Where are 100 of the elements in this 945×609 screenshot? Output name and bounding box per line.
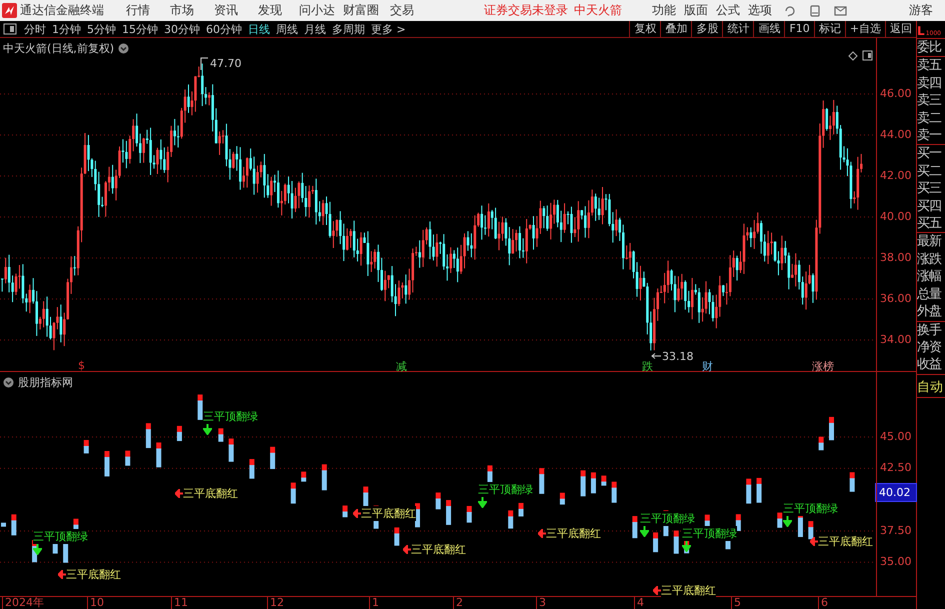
app-title: 通达信金融终端 [20,2,105,19]
date-axis-label: 2024年 [2,597,44,609]
down-arrow-icon [203,424,212,435]
period-tab[interactable]: 月线 [301,22,329,36]
period-tab[interactable]: 周线 [273,22,301,36]
menu-item[interactable]: 问小达 [292,2,336,19]
period-tab[interactable]: 1分钟 [49,22,84,36]
left-arrow-icon [175,489,183,498]
event-marker[interactable]: 财 [702,359,713,374]
toolbar-button[interactable]: +自选 [844,21,886,37]
down-arrow-icon [783,516,792,527]
mail-icon [834,6,847,16]
indicator-axis-label: 42.50 [880,461,912,474]
quote-row-label: 卖五 [917,57,942,75]
date-axis-label: 11 [171,597,188,609]
signal-label: 三平顶翻绿 [203,409,258,424]
menu-item[interactable]: 选项 [744,2,776,19]
signal-label: 三平顶翻绿 [478,482,533,497]
leader-line [651,353,661,359]
price-axis-label: 40.00 [880,210,912,223]
indicator-axis-label: 37.50 [880,524,912,537]
date-axis-label: 6 [818,597,828,609]
price-axis-label: 34.00 [880,333,912,346]
toolbar-button[interactable]: 叠加 [660,21,692,37]
menu-item[interactable]: 交易 [380,2,424,19]
menu-item[interactable]: 资讯 [204,2,248,19]
toolbar-button[interactable]: F10 [784,21,814,37]
date-axis-label: 12 [267,597,284,609]
event-marker[interactable]: 减 [396,359,407,374]
left-arrow-icon [403,545,411,554]
quote-row-label: 卖四 [917,74,942,92]
quote-row-label: 换手 [917,322,942,339]
event-marker[interactable]: $ [78,359,85,372]
left-arrow-icon [538,529,546,538]
logo-icon [2,3,17,18]
period-tab[interactable]: 30分钟 [161,22,203,36]
toolbar-button[interactable]: 返回 [885,21,916,37]
signal-label: 三平底翻红 [661,583,716,598]
quote-row-label: 买三 [917,180,942,198]
signal-label: 三平底翻红 [361,506,416,521]
quote-row-label: 卖一 [917,127,942,144]
toolbar-button[interactable]: 多股 [691,21,722,37]
period-tab[interactable]: 多周期 [329,22,368,36]
date-axis-label: 10 [87,597,104,609]
signal-label: 三平底翻红 [818,534,873,549]
menu-item[interactable]: 市场 [160,2,204,19]
quote-row-label: 涨幅 [917,268,942,286]
panel-toggle-icon [3,23,17,35]
period-tab[interactable]: 分时 [21,22,49,36]
high-price-label: 47.70 [210,57,242,70]
signal-label: 三平顶翻绿 [783,501,838,516]
menu-item[interactable]: 版面 [680,2,712,19]
period-tab[interactable]: 15分钟 [119,22,161,36]
menu-item[interactable]: 行情 [116,2,160,19]
leader-line [200,57,209,71]
signal-label: 三平底翻红 [66,567,121,582]
period-tab[interactable]: 60分钟 [203,22,245,36]
signal-label: 三平顶翻绿 [640,511,695,526]
event-marker[interactable]: 涨榜 [812,359,834,374]
quote-row-label: 收益 [917,356,942,374]
date-axis-label: 5 [731,597,741,609]
down-arrow-icon [682,541,691,552]
quote-row-label: 买五 [917,215,942,232]
price-axis-label: 38.00 [880,251,912,264]
date-axis-label: 4 [634,597,644,609]
quote-row-label: 卖二 [917,110,942,128]
menu-item[interactable]: 公式 [712,2,744,19]
left-arrow-icon [353,509,361,518]
menu-item[interactable]: 功能 [648,2,680,19]
event-marker[interactable]: 跌 [642,359,653,374]
chart-title: 中天火箭(日线,前复权) [3,41,114,56]
period-tab[interactable]: 日线 [245,22,273,36]
phone-icon [810,4,820,16]
quote-row-label: 涨跌 [917,250,942,268]
period-tab[interactable]: 5分钟 [84,22,119,36]
menu-item[interactable]: 财富圈 [336,2,380,19]
quote-header: L [917,24,925,38]
menu-item[interactable]: 发现 [248,2,292,19]
price-axis-label: 36.00 [880,292,912,305]
auto-button[interactable]: 自动 [917,378,945,398]
toolbar-button[interactable]: 复权 [629,21,660,37]
quote-row-label: 外盘 [917,303,942,320]
date-axis-label: 3 [536,597,546,609]
toolbar-button[interactable]: 标记 [814,21,845,37]
toolbar-button[interactable]: 画线 [753,21,784,37]
left-arrow-icon [810,537,818,546]
quote-row-label: 净资 [917,338,942,356]
diamond-icon [848,51,858,61]
user-name[interactable]: 游客 [909,2,933,19]
quote-row-label: 委比 [917,39,942,56]
left-arrow-icon [58,570,66,579]
login-notice[interactable]: 证券交易未登录 [484,2,568,19]
price-axis-label: 44.00 [880,128,912,141]
date-axis-label: 1 [369,597,379,609]
quote-row-label: 买四 [917,198,942,216]
period-tab[interactable]: 更多 > [368,22,409,36]
toolbar-button[interactable]: 统计 [722,21,754,37]
quote-row-label: 买二 [917,162,942,180]
signal-label: 三平底翻红 [183,486,238,501]
signal-label: 三平底翻红 [546,526,601,541]
